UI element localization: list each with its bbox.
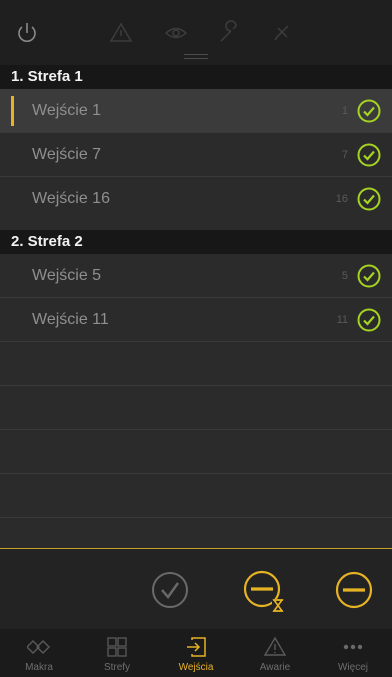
tab-label: Strefy xyxy=(103,662,131,673)
tab-strefy[interactable]: Strefy xyxy=(78,629,156,677)
input-label: Wejście 16 xyxy=(32,190,110,207)
section-header: 2. Strefa 2 xyxy=(0,230,392,254)
list-item[interactable]: Wejście 1 1 xyxy=(0,89,392,133)
action-bar xyxy=(0,548,392,629)
top-toolbar xyxy=(0,0,392,66)
tab-label: Więcej xyxy=(337,662,368,673)
tab-label: Awarie xyxy=(259,662,291,673)
empty-row xyxy=(0,386,392,430)
input-label: Wejście 11 xyxy=(32,311,109,328)
tab-makra[interactable]: Makra xyxy=(0,629,78,677)
empty-row xyxy=(0,430,392,474)
list-item[interactable]: Wejście 11 11 xyxy=(0,298,392,342)
input-number: 1 xyxy=(341,105,348,117)
wrench-icon[interactable] xyxy=(216,20,242,46)
input-label: Wejście 5 xyxy=(32,267,102,284)
input-number: 7 xyxy=(341,149,348,161)
zones-icon xyxy=(107,637,127,657)
tab-label: Makra xyxy=(25,662,53,673)
warning-icon[interactable] xyxy=(108,20,134,46)
warning-icon xyxy=(263,636,287,656)
empty-row xyxy=(0,474,392,518)
check-circle-icon[interactable] xyxy=(150,570,190,610)
list-item[interactable]: Wejście 7 7 xyxy=(0,133,392,177)
empty-row xyxy=(0,342,392,386)
bell-icon[interactable] xyxy=(269,20,295,46)
tab-awarie[interactable]: Awarie xyxy=(236,629,314,677)
check-circle-icon[interactable] xyxy=(357,264,381,288)
minus-circle-icon[interactable] xyxy=(334,570,374,610)
input-number: 5 xyxy=(341,270,348,282)
input-number: 11 xyxy=(336,314,348,326)
input-number: 16 xyxy=(335,193,348,205)
bypass-timer-icon[interactable] xyxy=(242,568,288,614)
more-icon xyxy=(343,644,363,650)
input-label: Wejście 7 xyxy=(32,146,102,163)
check-circle-icon[interactable] xyxy=(357,187,381,211)
inputs-icon xyxy=(187,637,206,657)
eye-icon[interactable] xyxy=(163,20,189,46)
power-icon[interactable] xyxy=(14,20,40,46)
tab-wejscia[interactable]: Wejścia xyxy=(157,629,235,677)
list-item[interactable]: Wejście 5 5 xyxy=(0,254,392,298)
check-circle-icon[interactable] xyxy=(357,143,381,167)
list-item[interactable]: Wejście 16 16 xyxy=(0,177,392,221)
tab-wiecej[interactable]: Więcej xyxy=(314,629,392,677)
tab-bar: Makra Strefy Wejścia Awarie Więcej xyxy=(0,629,392,677)
input-label: Wejście 1 xyxy=(32,102,102,119)
check-circle-icon[interactable] xyxy=(357,99,381,123)
section-header: 1. Strefa 1 xyxy=(0,65,392,89)
macro-icon xyxy=(27,640,50,654)
drag-grip-icon[interactable] xyxy=(184,54,208,60)
check-circle-icon[interactable] xyxy=(357,308,381,332)
tab-label: Wejścia xyxy=(178,662,214,673)
selection-indicator xyxy=(11,96,14,126)
